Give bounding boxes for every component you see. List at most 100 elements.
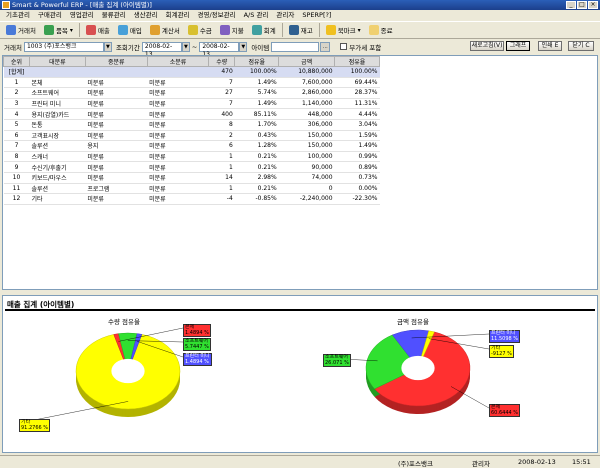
column-header[interactable]: 수량 (208, 56, 236, 67)
maximize-button[interactable]: □ (577, 1, 587, 9)
menu-item[interactable]: 회계관리 (162, 10, 194, 20)
column-header[interactable]: 점유율 (234, 56, 280, 67)
table-row[interactable]: 11 솔루션 프로그램 미분류 1 0.21% 0 0.00% (3, 183, 380, 195)
toolbar-separator (281, 23, 283, 37)
box-icon (43, 25, 54, 35)
table-cell: 1 (208, 151, 235, 163)
table-row[interactable]: 1 본체 미분류 미분류 7 1.49% 7,600,000 69.44% (3, 77, 380, 89)
table-row[interactable]: 5 돈통 미분류 미분류 8 1.70% 306,000 3.04% (3, 119, 380, 131)
menu-item[interactable]: A/S 관리 (240, 10, 273, 20)
table-cell: 7 (208, 98, 235, 110)
date-from-picker-icon[interactable]: ▼ (181, 41, 190, 52)
slice-label-value: 60.6444 % (491, 409, 519, 416)
table-cell: 1 (3, 77, 30, 89)
toolbar-label: 거래처 (18, 27, 36, 35)
title-bar: Smart & Powerful ERP - [매출 집계 (아이템별)] _ … (0, 0, 600, 10)
table-cell: 100.00% (234, 66, 279, 78)
exit-icon (368, 25, 379, 35)
status-user: 관리자 (472, 460, 490, 468)
date-to-picker-icon[interactable]: ▼ (239, 41, 248, 52)
toolbar-button[interactable]: 북마크 (322, 22, 365, 38)
total-row[interactable]: [합계] 470 100.00% 10,880,000 100.00% (3, 66, 380, 78)
table-cell: 7,600,000 (278, 77, 335, 89)
table-cell: 미분류 (147, 77, 209, 89)
toolbar-button[interactable]: 재고 (285, 22, 317, 38)
toolbar-button[interactable]: 수금 (184, 22, 216, 38)
close-button[interactable]: 닫기 C (568, 41, 594, 51)
table-cell: 미분류 (147, 161, 209, 173)
column-header[interactable]: 소분류 (146, 56, 210, 67)
toolbar-button[interactable]: 품목 (40, 22, 77, 38)
print-button[interactable]: 인쇄 E (538, 41, 562, 51)
table-cell: 150,000 (278, 140, 335, 152)
menu-item[interactable]: 기초관리 (2, 10, 34, 20)
item-lookup-button[interactable]: ... (320, 41, 331, 52)
table-cell: 미분류 (85, 151, 148, 163)
people-icon (6, 25, 16, 35)
menu-item[interactable]: 경영/정보관리 (194, 10, 240, 20)
refresh-button[interactable]: 새로고침(V) (470, 41, 504, 51)
table-cell: 14 (208, 172, 235, 184)
toolbar-label: 종료 (380, 27, 393, 35)
table-cell: [합계] (3, 66, 30, 78)
table-cell: 6 (3, 130, 30, 142)
status-time: 15:51 (572, 458, 591, 466)
branch-select[interactable]: 1003 (주)포스뱅크 (23, 41, 104, 52)
toolbar-button[interactable]: 지불 (216, 22, 248, 38)
menu-item[interactable]: 구매관리 (34, 10, 66, 20)
table-cell: 69.44% (334, 77, 380, 89)
table-row[interactable]: 7 솔루션 용지 미분류 6 1.28% 150,000 1.49% (3, 140, 380, 152)
table-cell: 미분류 (147, 87, 209, 99)
table-row[interactable]: 6 고객표시장 미분류 미분류 2 0.43% 150,000 1.59% (3, 130, 380, 142)
menu-item[interactable]: 물류관리 (98, 10, 130, 20)
toolbar-label: 회계 (263, 27, 276, 35)
toolbar-button[interactable]: 거래처 (2, 22, 40, 38)
table-cell: 8 (3, 151, 30, 163)
menu-item[interactable]: 영업관리 (66, 10, 98, 20)
invoice-icon (149, 25, 160, 35)
toolbar-button[interactable]: 종료 (365, 22, 397, 38)
vat-checkbox[interactable] (340, 43, 348, 50)
toolbar-button[interactable]: 매입 (114, 22, 146, 38)
column-header[interactable]: 점유율 (334, 56, 380, 67)
table-row[interactable]: 12 기타 미분류 미분류 -4 -0.85% -2,240,000 -22.30% (3, 193, 380, 205)
table-row[interactable]: 2 소프트웨어 미분류 미분류 27 5.74% 2,860,000 28.37% (3, 87, 380, 99)
graph-button[interactable]: 그래프 (506, 41, 530, 51)
table-row[interactable]: 9 수신기/후출기 미분류 미분류 1 0.21% 90,000 0.89% (3, 161, 380, 173)
menu-item[interactable]: SPERP[?] (298, 10, 335, 20)
pie-charts: 기타91.2766 % 본체1.4894 %소프트웨어5.7447 % 프린터 미니… (18, 324, 521, 432)
table-row[interactable]: 8 스캐너 미분류 미분류 1 0.21% 100,000 0.99% (3, 151, 380, 163)
column-header[interactable]: 금액 (278, 56, 336, 67)
column-header[interactable]: 중분류 (84, 56, 148, 67)
vat-label: 부가세 포함 (349, 43, 382, 52)
column-header[interactable]: 대분류 (28, 56, 86, 67)
menu-bar: 기초관리 구매관리 영업관리 물류관리 생산관리 회계관리 경영/정보관리 A/S 관리 관리자… (0, 10, 600, 20)
item-field[interactable] (271, 41, 320, 52)
chart-panel: 매출 집계 (아이템별) 수량 점유율 금액 점유율 기타 91.2766 % 본체… (2, 295, 598, 453)
table-cell: 0.21% (234, 161, 279, 173)
table-cell: 솔루션 (29, 183, 86, 195)
toolbar-button[interactable]: 매출 (82, 22, 114, 38)
chevron-down-icon[interactable]: ▼ (103, 41, 112, 52)
table-cell: 미분류 (85, 130, 148, 142)
date-to-field[interactable]: 2008-02-13 (199, 41, 240, 58)
date-from-field[interactable]: 2008-02-13 (141, 41, 182, 58)
table-cell: 기타 (29, 193, 86, 205)
menu-item[interactable]: 관리자 (272, 10, 298, 20)
table-cell: 미분류 (147, 119, 209, 131)
table-cell: 미분류 (85, 161, 148, 173)
payment-icon (219, 25, 230, 35)
slice-label: 기타-9127 % (489, 345, 514, 358)
table-row[interactable]: 10 키보드/마우스 미분류 미분류 14 2.98% 74,000 0.73% (3, 172, 380, 184)
menu-item[interactable]: 생산관리 (130, 10, 162, 20)
table-cell: 10,880,000 (278, 66, 335, 78)
table-row[interactable]: 3 프린터 미니 미분류 미분류 7 1.49% 1,140,000 11.31% (3, 98, 380, 110)
toolbar-button[interactable]: 계산서 (146, 22, 184, 38)
close-window-button[interactable]: × (588, 1, 598, 9)
table-cell: 미분류 (147, 98, 209, 110)
table-row[interactable]: 4 용지(감열)카드 미분류 미분류 400 85.11% 448,000 4.44% (3, 108, 380, 120)
table-cell: 미분류 (147, 108, 209, 120)
minimize-button[interactable]: _ (566, 1, 576, 9)
toolbar-button[interactable]: 회계 (248, 22, 280, 38)
column-header[interactable]: 순위 (3, 56, 30, 67)
